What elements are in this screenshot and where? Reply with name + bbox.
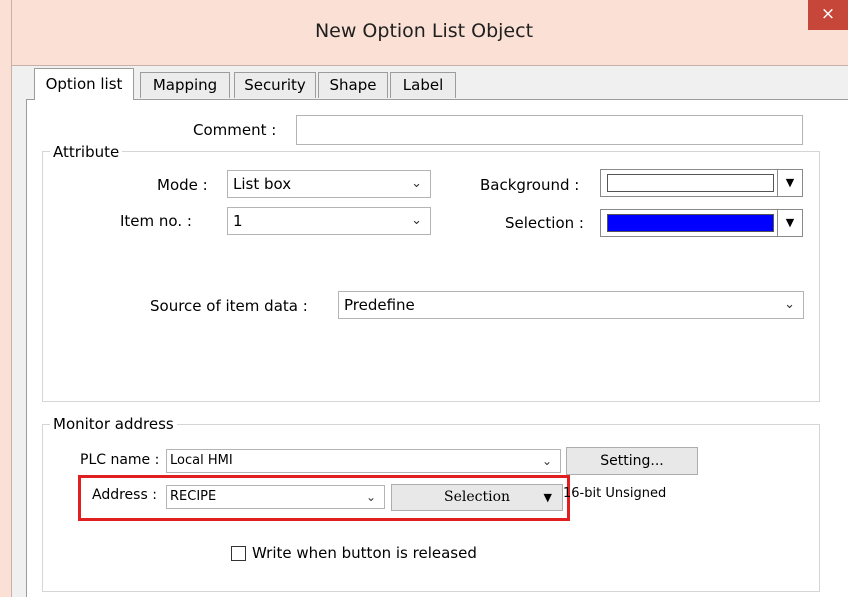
mode-label: Mode : — [157, 176, 208, 194]
close-icon: × — [820, 4, 836, 24]
background-label: Background : — [480, 176, 580, 194]
source-of-item-data-dropdown[interactable]: Predefine ⌄ — [338, 291, 804, 319]
plc-name-label: PLC name : — [80, 452, 160, 468]
selection-color-label: Selection : — [505, 214, 584, 232]
dropdown-arrow-icon: ▼ — [543, 491, 552, 504]
tab-option-list[interactable]: Option list — [34, 68, 134, 100]
tab-label[interactable]: Label — [390, 72, 456, 98]
item-no-dropdown[interactable]: 1 ⌄ — [227, 207, 431, 235]
source-of-item-data-label: Source of item data : — [150, 297, 308, 315]
background-color-picker[interactable]: ▼ — [600, 169, 803, 197]
plc-name-dropdown[interactable]: Local HMI ⌄ — [166, 449, 561, 473]
window-title: New Option List Object — [314, 20, 534, 42]
item-no-label: Item no. : — [120, 212, 192, 230]
background-color-swatch — [607, 174, 774, 192]
window-frame-left — [0, 0, 12, 597]
chevron-down-icon: ⌄ — [784, 297, 795, 312]
tab-security[interactable]: Security — [234, 72, 316, 98]
source-value: Predefine — [344, 296, 415, 314]
write-when-released-label: Write when button is released — [252, 544, 477, 562]
selection-color-swatch — [607, 214, 774, 232]
selection-color-picker[interactable]: ▼ — [600, 209, 803, 237]
address-value: RECIPE — [170, 489, 217, 504]
dropdown-arrow-icon: ▼ — [777, 210, 802, 236]
mode-value: List box — [233, 175, 292, 193]
selection-button[interactable]: Selection ▼ — [391, 484, 563, 511]
address-label: Address : — [92, 487, 157, 503]
plc-name-value: Local HMI — [170, 453, 233, 468]
write-when-released-checkbox[interactable] — [231, 546, 246, 561]
comment-label: Comment : — [193, 121, 277, 139]
dropdown-arrow-icon: ▼ — [777, 170, 802, 196]
chevron-down-icon: ⌄ — [365, 490, 376, 504]
comment-input[interactable] — [296, 115, 803, 145]
chevron-down-icon: ⌄ — [541, 454, 552, 468]
item-no-value: 1 — [233, 212, 243, 230]
data-type-text: 16-bit Unsigned — [563, 486, 667, 501]
attribute-group-title: Attribute — [50, 143, 123, 161]
selection-button-label: Selection — [443, 489, 511, 505]
monitor-address-group-title: Monitor address — [50, 415, 177, 433]
address-dropdown[interactable]: RECIPE ⌄ — [166, 485, 385, 509]
setting-button[interactable]: Setting... — [566, 447, 698, 475]
close-button[interactable]: × — [808, 0, 848, 30]
mode-dropdown[interactable]: List box ⌄ — [227, 170, 431, 198]
chevron-down-icon: ⌄ — [411, 176, 422, 191]
tab-mapping[interactable]: Mapping — [140, 72, 230, 98]
chevron-down-icon: ⌄ — [411, 213, 422, 228]
tab-shape[interactable]: Shape — [318, 72, 388, 98]
